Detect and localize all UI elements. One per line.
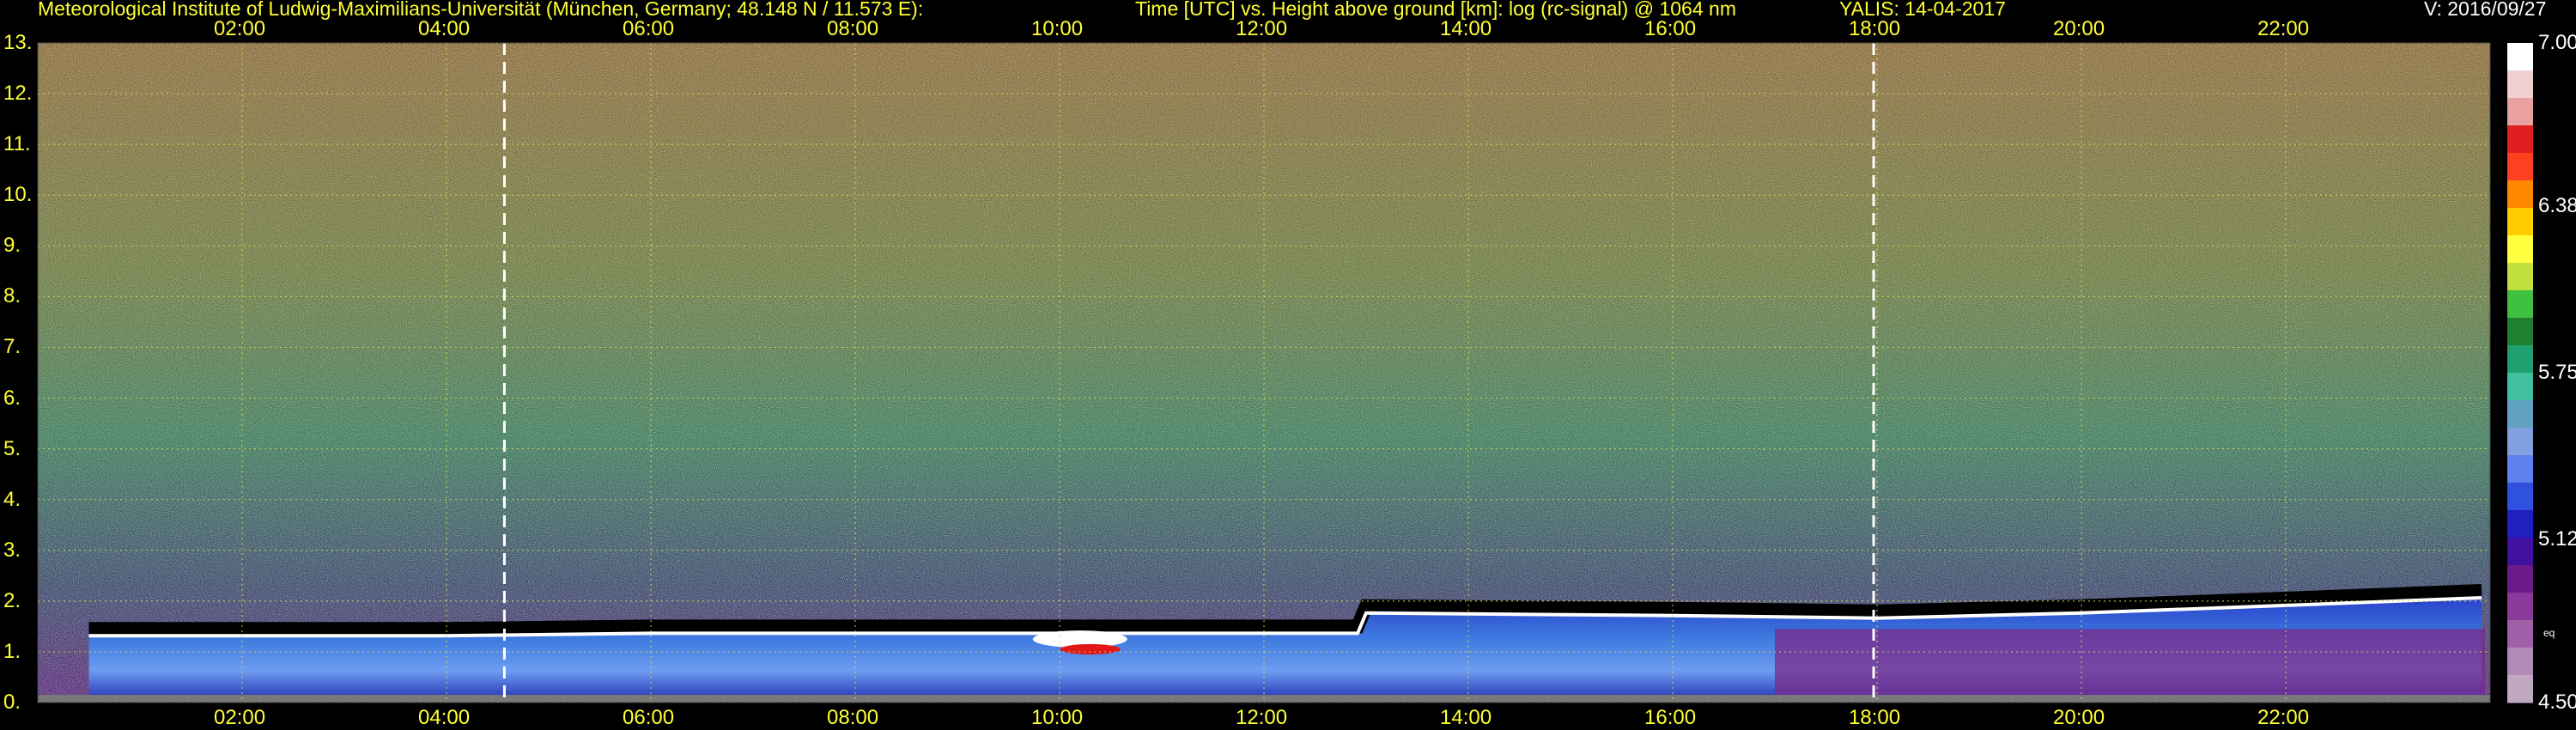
colorbar-swatch [2507, 400, 2533, 429]
time-tick-label: 10:00 [1031, 706, 1084, 729]
colorbar-swatch [2507, 98, 2533, 126]
time-tick-label: 16:00 [1644, 706, 1697, 729]
colorbar-swatch [2507, 373, 2533, 401]
time-tick-label: 04:00 [418, 17, 471, 40]
colorbar-swatch [2507, 43, 2533, 71]
colorbar-swatch [2507, 235, 2533, 264]
height-tick-label: 4. [3, 487, 21, 511]
height-tick-label: 9. [3, 234, 21, 258]
colorbar-tick-label: 5.12 [2538, 526, 2576, 551]
colorbar-swatch [2507, 180, 2533, 209]
time-tick-label: 10:00 [1031, 17, 1084, 40]
time-tick-label: 04:00 [418, 706, 471, 729]
height-tick-label: 2. [3, 588, 21, 612]
colorbar-swatch [2507, 125, 2533, 154]
time-tick-label: 22:00 [2257, 17, 2310, 40]
height-tick-label: 10. [3, 183, 33, 207]
colorbar-swatch [2507, 208, 2533, 236]
height-tick-label: 3. [3, 538, 21, 562]
colorbar-tick-label: 4.50 [2538, 690, 2576, 714]
colorbar-swatch [2507, 483, 2533, 511]
height-tick-label: 13. [3, 31, 33, 54]
time-tick-label: 06:00 [623, 17, 675, 40]
colorbar-swatch [2507, 345, 2533, 374]
height-tick-label: 12. [3, 82, 33, 106]
height-tick-label: 1. [3, 639, 21, 663]
colorbar-small-label: eq [2543, 627, 2555, 639]
height-tick-label: 5. [3, 436, 21, 460]
colorbar-swatch [2507, 70, 2533, 99]
time-tick-label: 06:00 [623, 706, 675, 729]
height-tick-label: 8. [3, 284, 21, 308]
colorbar [2507, 43, 2533, 703]
time-tick-label: 18:00 [1849, 17, 1901, 40]
time-tick-label: 14:00 [1440, 17, 1492, 40]
time-tick-label: 02:00 [214, 17, 266, 40]
height-tick-label: 11. [3, 132, 31, 156]
time-tick-label: 18:00 [1849, 706, 1901, 729]
colorbar-swatch [2507, 648, 2533, 676]
colorbar-swatch [2507, 675, 2533, 703]
colorbar-swatch [2507, 428, 2533, 456]
height-tick-label: 7. [3, 335, 21, 359]
colorbar-swatch [2507, 593, 2533, 621]
time-tick-label: 20:00 [2053, 17, 2105, 40]
time-tick-label: 22:00 [2257, 706, 2310, 729]
colorbar-swatch [2507, 538, 2533, 566]
colorbar-swatch [2507, 290, 2533, 319]
colorbar-swatch [2507, 565, 2533, 593]
colorbar-swatch [2507, 620, 2533, 648]
institute-title: Meteorological Institute of Ludwig-Maxim… [38, 0, 924, 20]
colorbar-tick-label: 6.38 [2538, 194, 2576, 218]
colorbar-swatch [2507, 510, 2533, 538]
colorbar-swatch [2507, 455, 2533, 484]
colorbar-tick-label: 5.75 [2538, 361, 2576, 384]
time-tick-label: 16:00 [1644, 17, 1697, 40]
height-tick-label: 6. [3, 386, 21, 410]
version-label: V: 2016/09/27 [2424, 0, 2547, 20]
time-tick-label: 14:00 [1440, 706, 1492, 729]
colorbar-tick-label: 7.00 [2538, 31, 2576, 54]
time-tick-label: 12:00 [1236, 706, 1288, 729]
time-tick-label: 08:00 [827, 706, 879, 729]
time-tick-label: 08:00 [827, 17, 879, 40]
time-tick-label: 02:00 [214, 706, 266, 729]
time-tick-label: 20:00 [2053, 706, 2105, 729]
lidar-plot [37, 42, 2533, 703]
time-tick-label: 12:00 [1236, 17, 1288, 40]
height-tick-label: 0. [3, 690, 21, 714]
strong-signal-core [1060, 643, 1121, 654]
colorbar-swatch [2507, 263, 2533, 291]
boundary-layer-patch [1775, 629, 2486, 696]
colorbar-swatch [2507, 153, 2533, 181]
colorbar-swatch [2507, 318, 2533, 346]
